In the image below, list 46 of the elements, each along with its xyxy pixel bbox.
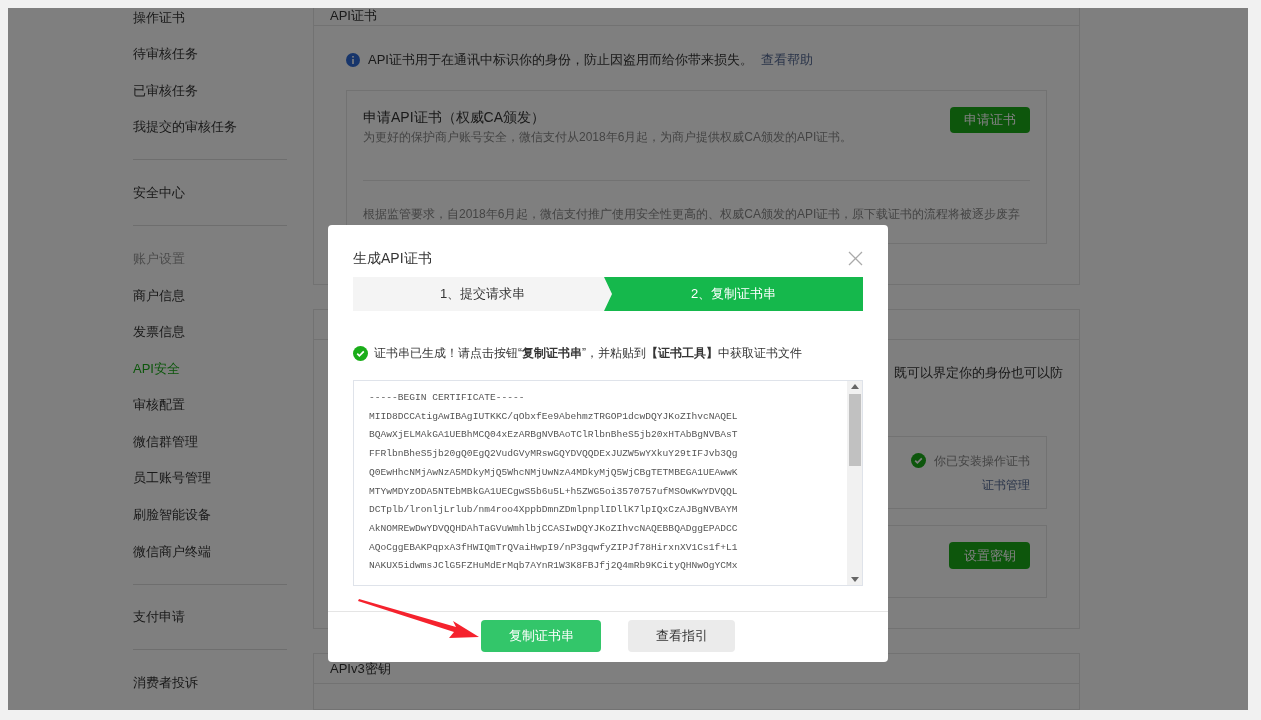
section-title: APIv3密钥 xyxy=(330,659,391,678)
sidebar-item[interactable]: API安全 xyxy=(133,358,180,379)
sidebar-item[interactable]: 微信群管理 xyxy=(133,431,198,452)
help-link[interactable]: 查看帮助 xyxy=(760,50,813,70)
scrollbar-thumb[interactable] xyxy=(848,394,861,466)
scroll-down-icon[interactable] xyxy=(850,577,859,583)
sidebar-item[interactable]: 安全中心 xyxy=(133,182,185,203)
sidebar-item[interactable]: 操作证书 xyxy=(133,8,185,28)
certificate-line: NAKUX5idwmsJClG5FZHuMdErMqb7AYnR1W3K8FBJfj2Q4mRb9KCityQHNwOgYCMx xyxy=(369,559,739,574)
sidebar-item[interactable]: 审核配置 xyxy=(133,395,185,415)
set-key-button[interactable]: 设置密钥 xyxy=(949,542,1030,570)
card-title: 申请API证书（权威CA颁发） xyxy=(363,107,546,127)
sidebar-item[interactable]: 已审核任务 xyxy=(133,80,198,101)
sidebar-item[interactable]: 商户信息 xyxy=(133,285,185,305)
certificate-line: BQAwXjELMAkGA1UEBhMCQ04xEzARBgNVBAoTClRlbnBheS5jb20xHTAbBgNVBAsT xyxy=(369,428,739,443)
success-icon xyxy=(353,345,368,361)
manage-link[interactable]: 证书管理 xyxy=(982,475,1030,494)
certificate-line: DCTplb/lronljLrlub/nm4roo4XppbDmnZDmlpnplIDllK7lpIQxCzAJBgNVBAYM xyxy=(369,503,739,518)
sidebar-item[interactable]: 我提交的审核任务 xyxy=(133,117,237,137)
certificate-textarea[interactable] xyxy=(353,380,863,586)
section-title: API证书 xyxy=(330,8,377,25)
section-text: 既可以界定你的身份也可以防 xyxy=(894,364,1063,382)
certificate-line: Q0EwHhcNMjAwNzA5MDkyMjQ5WhcNMjUwNzA4MDkyMjQ5WjCBgTETMBEGA1UEAwwK xyxy=(369,465,739,480)
check-circle-icon xyxy=(911,453,926,469)
certificate-line: -----BEGIN CERTIFICATE----- xyxy=(369,391,526,405)
sidebar-item[interactable]: 微信商户终端 xyxy=(133,541,211,562)
sidebar-item[interactable]: 员工账号管理 xyxy=(133,468,211,488)
close-icon[interactable] xyxy=(848,250,863,266)
certificate-line: AkNOMREwDwYDVQQHDAhTaGVuWmhlbjCCASIwDQYJKoZIhvcNAQEBBQADggEPADCC xyxy=(369,521,739,536)
info-text: API证书用于在通讯中标识你的身份，防止因盗用而给你带来损失。 xyxy=(368,51,753,69)
certificate-line: AQoCggEBAKPqpxA3fHWIQmTrQVaiHwpI9/nP3gqwfyZIPJf78HirxnXV1Cs1f+L1 xyxy=(369,540,739,555)
sidebar-item[interactable]: 消费者投诉 xyxy=(133,672,198,693)
dialog-title: 生成API证书 xyxy=(353,248,432,268)
sidebar-item[interactable]: 待审核任务 xyxy=(133,44,198,64)
certificate-line: MTYwMDYzODA5NTEbMBkGA1UECgwS5b6u5L+h5ZWG5oi3570757ufMSOwKwYDVQQL xyxy=(369,484,739,499)
info-icon xyxy=(346,52,360,67)
certificate-line: FFRlbnBheS5jb20gQ0EgQ2VudGVyMRswGQYDVQQDExJUZW5wYXkuY29tIFJvb3Qg xyxy=(369,447,739,462)
sidebar-item[interactable]: 支付申请 xyxy=(133,607,185,627)
guide-button[interactable]: 查看指引 xyxy=(628,620,735,652)
certificate-line: MIID8DCCAtigAwIBAgIUTKKC/qObxfEe9AbehmzTRGOP1dcwDQYJKoZIhvcNAQEL xyxy=(369,409,739,424)
scrollbar[interactable] xyxy=(847,381,862,585)
apply-button[interactable]: 申请证书 xyxy=(950,106,1030,133)
scroll-up-icon[interactable] xyxy=(850,383,859,389)
sidebar-item[interactable]: 刷脸智能设备 xyxy=(133,505,211,525)
success-message: 证书串已生成！请点击按钮“复制证书串”，并粘贴到【证书工具】中获取证书文件 xyxy=(374,345,802,362)
sidebar-item[interactable]: 发票信息 xyxy=(133,322,185,342)
